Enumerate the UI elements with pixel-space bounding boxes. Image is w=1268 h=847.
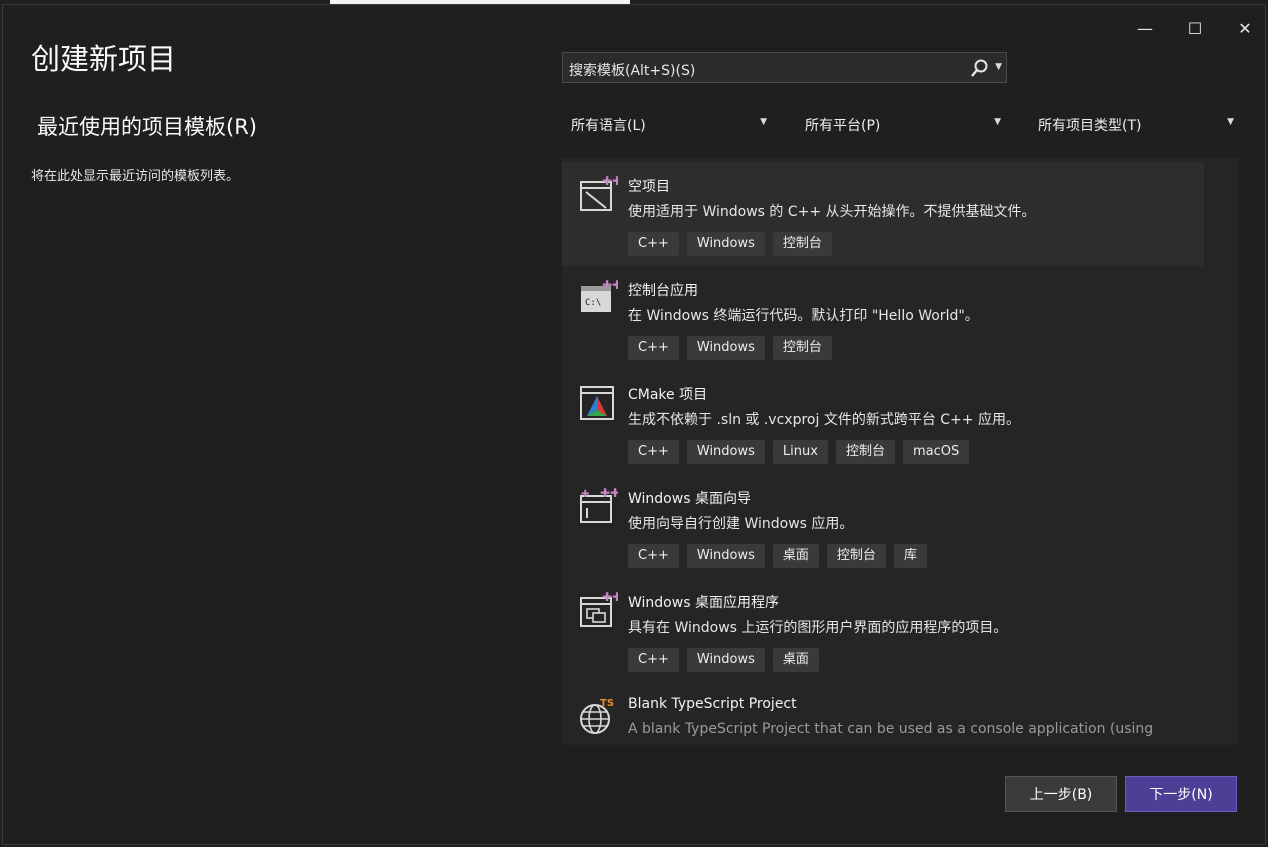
tag: Windows bbox=[686, 232, 765, 256]
svg-text:✚✚: ✚✚ bbox=[602, 174, 618, 188]
template-item-desktop-wizard[interactable]: ✚ ✚✚ Windows 桌面向导 使用向导自行创建 Windows 应用。 C… bbox=[562, 474, 1204, 578]
template-name: Windows 桌面向导 bbox=[628, 491, 751, 507]
svg-text:✚✚: ✚✚ bbox=[602, 590, 618, 604]
template-item-console-app[interactable]: C:\ ✚✚ 控制台应用 在 Windows 终端运行代码。默认打印 "Hell… bbox=[562, 266, 1204, 370]
template-list-scrollbar[interactable] bbox=[1208, 158, 1238, 745]
tag: C++ bbox=[628, 648, 679, 672]
template-name: Blank TypeScript Project bbox=[628, 696, 797, 712]
language-filter[interactable]: 所有语言(L) ▼ bbox=[563, 108, 773, 138]
search-input[interactable]: 搜索模板(Alt+S)(S) ▼ bbox=[562, 52, 1007, 83]
template-description: 在 Windows 终端运行代码。默认打印 "Hello World"。 bbox=[628, 308, 979, 324]
tag: Windows bbox=[686, 648, 765, 672]
maximize-button[interactable]: ☐ bbox=[1172, 11, 1218, 45]
tag: Linux bbox=[772, 440, 828, 464]
template-item-desktop-app[interactable]: ✚✚ Windows 桌面应用程序 具有在 Windows 上运行的图形用户界面… bbox=[562, 578, 1204, 682]
console-app-icon: C:\ ✚✚ bbox=[576, 278, 622, 320]
template-tags: C++ Windows 控制台 bbox=[628, 232, 832, 256]
svg-text:✚✚: ✚✚ bbox=[600, 486, 618, 500]
svg-text:✚✚: ✚✚ bbox=[602, 278, 618, 292]
chevron-down-icon: ▼ bbox=[760, 117, 767, 127]
close-icon: ✕ bbox=[1238, 18, 1252, 38]
recent-templates-heading: 最近使用的项目模板(R) bbox=[37, 115, 257, 139]
page-title: 创建新项目 bbox=[31, 42, 177, 76]
chevron-down-icon[interactable]: ▼ bbox=[995, 62, 1002, 72]
maximize-icon: ☐ bbox=[1187, 18, 1203, 38]
template-tags: C++ Windows Linux 控制台 macOS bbox=[628, 440, 970, 464]
tag: Windows bbox=[686, 336, 765, 360]
project-type-filter[interactable]: 所有项目类型(T) ▼ bbox=[1030, 108, 1240, 138]
chevron-down-icon: ▼ bbox=[1227, 117, 1234, 127]
tag: macOS bbox=[902, 440, 970, 464]
template-item-blank-typescript[interactable]: TS Blank TypeScript Project A blank Type… bbox=[562, 682, 1204, 745]
platform-filter-label: 所有平台(P) bbox=[805, 118, 881, 134]
close-button[interactable]: ✕ bbox=[1222, 11, 1268, 45]
template-description: 使用适用于 Windows 的 C++ 从头开始操作。不提供基础文件。 bbox=[628, 204, 1036, 220]
tag: 库 bbox=[893, 544, 927, 568]
tag: Windows bbox=[686, 440, 765, 464]
tag: Windows bbox=[686, 544, 765, 568]
chevron-down-icon: ▼ bbox=[994, 117, 1001, 127]
tag: 控制台 bbox=[826, 544, 886, 568]
svg-text:✚: ✚ bbox=[581, 489, 589, 500]
language-filter-label: 所有语言(L) bbox=[571, 118, 646, 134]
desktop-app-icon: ✚✚ bbox=[576, 590, 622, 632]
tag: 桌面 bbox=[772, 544, 819, 568]
template-list[interactable]: ✚✚ 空项目 使用适用于 Windows 的 C++ 从头开始操作。不提供基础文… bbox=[562, 158, 1238, 745]
template-item-cmake-project[interactable]: CMake 项目 生成不依赖于 .sln 或 .vcxproj 文件的新式跨平台… bbox=[562, 370, 1204, 474]
search-icon[interactable] bbox=[970, 57, 990, 83]
template-item-empty-project[interactable]: ✚✚ 空项目 使用适用于 Windows 的 C++ 从头开始操作。不提供基础文… bbox=[562, 162, 1204, 266]
tag: 桌面 bbox=[772, 648, 819, 672]
template-name: CMake 项目 bbox=[628, 387, 708, 403]
project-type-filter-label: 所有项目类型(T) bbox=[1038, 118, 1142, 134]
template-name: 控制台应用 bbox=[628, 283, 698, 299]
template-description: A blank TypeScript Project that can be u… bbox=[628, 721, 1154, 737]
cmake-icon bbox=[576, 382, 618, 424]
tag: 控制台 bbox=[772, 232, 832, 256]
tag: 控制台 bbox=[772, 336, 832, 360]
svg-text:C:\: C:\ bbox=[585, 298, 601, 308]
template-tags: C++ Windows 桌面 控制台 库 bbox=[628, 544, 927, 568]
template-name: 空项目 bbox=[628, 179, 670, 195]
template-tags: C++ Windows 桌面 bbox=[628, 648, 819, 672]
template-tags: C++ Windows 控制台 bbox=[628, 336, 832, 360]
desktop-wizard-icon: ✚ ✚✚ bbox=[576, 486, 620, 528]
template-name: Windows 桌面应用程序 bbox=[628, 595, 779, 611]
svg-text:TS: TS bbox=[600, 698, 614, 709]
recent-templates-empty-text: 将在此处显示最近访问的模板列表。 bbox=[31, 169, 240, 184]
tag: C++ bbox=[628, 440, 679, 464]
back-button[interactable]: 上一步(B) bbox=[1005, 776, 1117, 812]
search-placeholder: 搜索模板(Alt+S)(S) bbox=[569, 63, 696, 79]
typescript-globe-icon: TS bbox=[576, 694, 618, 736]
next-button[interactable]: 下一步(N) bbox=[1125, 776, 1237, 812]
tag: 控制台 bbox=[835, 440, 895, 464]
minimize-icon: — bbox=[1137, 18, 1153, 38]
minimize-button[interactable]: — bbox=[1122, 11, 1168, 45]
empty-project-icon: ✚✚ bbox=[576, 174, 622, 216]
template-description: 生成不依赖于 .sln 或 .vcxproj 文件的新式跨平台 C++ 应用。 bbox=[628, 412, 1020, 428]
platform-filter[interactable]: 所有平台(P) ▼ bbox=[797, 108, 1007, 138]
tag: C++ bbox=[628, 232, 679, 256]
tag: C++ bbox=[628, 544, 679, 568]
tag: C++ bbox=[628, 336, 679, 360]
template-description: 使用向导自行创建 Windows 应用。 bbox=[628, 516, 854, 532]
template-description: 具有在 Windows 上运行的图形用户界面的应用程序的项目。 bbox=[628, 620, 1008, 636]
